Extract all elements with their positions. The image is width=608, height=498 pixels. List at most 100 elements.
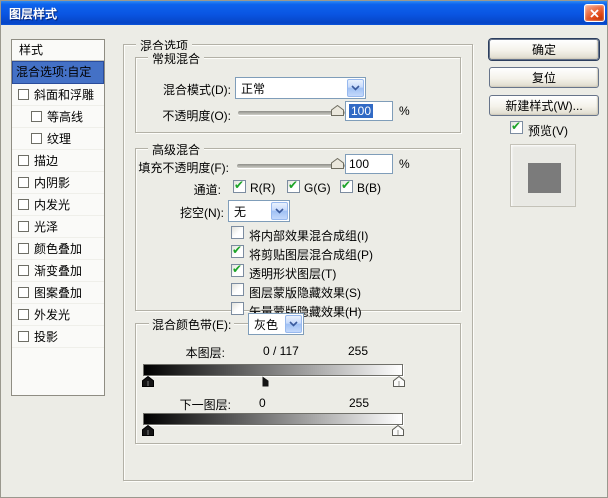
ok-button[interactable]: 确定 — [489, 39, 599, 60]
fill-opacity-slider[interactable] — [237, 164, 345, 168]
styles-list: 样式 混合选项:自定 斜面和浮雕 等高线 纹理 描边 内阴影 内发光 光泽 — [11, 39, 105, 396]
vector-mask-hides-checkbox[interactable] — [231, 302, 244, 315]
underlying-black-slider[interactable] — [142, 425, 154, 439]
this-layer-label: 本图层: — [151, 344, 225, 361]
underlying-black-value: 0 — [259, 396, 266, 410]
checkbox[interactable] — [18, 243, 29, 254]
chevron-down-icon[interactable] — [271, 202, 288, 220]
sidebar-item-blending-options[interactable]: 混合选项:自定 — [12, 61, 104, 84]
checkbox[interactable] — [18, 177, 29, 188]
preview-label: 预览(V) — [528, 122, 568, 139]
blend-if-channel-value: 灰色 — [249, 316, 284, 333]
this-layer-gradient-bar — [143, 364, 403, 376]
sidebar-item-pattern-overlay[interactable]: 图案叠加 — [12, 282, 104, 304]
ok-button-label: 确定 — [532, 41, 556, 58]
knockout-label: 挖空(N): — [141, 204, 224, 221]
checkbox[interactable] — [18, 89, 29, 100]
close-button[interactable] — [584, 4, 605, 22]
fill-opacity-input[interactable]: 100 — [345, 154, 393, 174]
opacity-input[interactable]: 100 — [345, 101, 393, 121]
sidebar-item-drop-shadow[interactable]: 投影 — [12, 326, 104, 348]
layer-mask-hides-label: 图层蒙版隐藏效果(S) — [249, 284, 361, 301]
layer-mask-hides-checkbox[interactable] — [231, 283, 244, 296]
sidebar-item-label: 内阴影 — [34, 174, 70, 191]
sidebar-item-gradient-overlay[interactable]: 渐变叠加 — [12, 260, 104, 282]
blend-if-group — [135, 323, 461, 444]
channel-g-checkbox[interactable] — [287, 180, 300, 193]
checkbox[interactable] — [18, 309, 29, 320]
checkbox[interactable] — [18, 155, 29, 166]
underlying-layer-label: 下一图层: — [151, 396, 231, 413]
sidebar-item-label: 描边 — [34, 152, 58, 169]
blend-mode-select[interactable]: 正常 — [235, 77, 366, 99]
this-layer-black-slider[interactable] — [142, 376, 154, 390]
chevron-down-icon[interactable] — [347, 79, 364, 97]
underlying-gradient-bar — [143, 413, 403, 425]
blend-mode-label: 混合模式(D): — [139, 81, 231, 98]
sidebar-item-bevel-emboss[interactable]: 斜面和浮雕 — [12, 84, 104, 106]
checkbox[interactable] — [18, 265, 29, 276]
sidebar-item-label: 光泽 — [34, 218, 58, 235]
preview-swatch-inner — [528, 163, 561, 193]
blend-clipped-checkbox[interactable] — [231, 245, 244, 258]
general-blending-title: 常规混合 — [148, 50, 204, 67]
sidebar-item-contour[interactable]: 等高线 — [12, 106, 104, 128]
channel-b-label: B(B) — [357, 181, 381, 195]
dialog-title: 图层样式 — [9, 5, 57, 22]
blend-interior-checkbox[interactable] — [231, 226, 244, 239]
channel-b-checkbox[interactable] — [340, 180, 353, 193]
sidebar-item-color-overlay[interactable]: 颜色叠加 — [12, 238, 104, 260]
fill-opacity-slider-thumb[interactable] — [331, 158, 344, 169]
fill-opacity-unit: % — [399, 157, 410, 171]
checkbox[interactable] — [31, 111, 42, 122]
sidebar-item-stroke[interactable]: 描边 — [12, 150, 104, 172]
sidebar-item-label: 纹理 — [47, 130, 71, 147]
checkbox[interactable] — [18, 199, 29, 210]
title-bar[interactable]: 图层样式 — [1, 1, 608, 25]
blend-if-label: 混合颜色带(E): — [149, 316, 234, 333]
blend-interior-label: 将内部效果混合成组(I) — [249, 227, 368, 244]
chevron-down-icon[interactable] — [285, 315, 302, 333]
knockout-select[interactable]: 无 — [228, 200, 290, 222]
new-style-button[interactable]: 新建样式(W)... — [489, 95, 599, 116]
underlying-white-value: 255 — [349, 396, 369, 410]
advanced-blending-title: 高级混合 — [148, 141, 204, 158]
this-layer-black-value: 0 / 117 — [263, 344, 299, 358]
reset-button-label: 复位 — [532, 69, 556, 86]
blend-if-channel-select[interactable]: 灰色 — [248, 313, 304, 335]
opacity-label: 不透明度(O): — [139, 107, 231, 124]
this-layer-white-slider[interactable] — [393, 376, 405, 390]
checkbox[interactable] — [18, 331, 29, 342]
preview-checkbox[interactable] — [510, 121, 523, 134]
close-icon — [590, 9, 599, 18]
fill-opacity-value: 100 — [349, 157, 369, 171]
channel-g-label: G(G) — [304, 181, 331, 195]
checkbox[interactable] — [18, 287, 29, 298]
channel-r-checkbox[interactable] — [233, 180, 246, 193]
transparency-shapes-checkbox[interactable] — [231, 264, 244, 277]
opacity-value: 100 — [349, 104, 373, 118]
channel-r-label: R(R) — [250, 181, 275, 195]
opacity-unit: % — [399, 104, 410, 118]
underlying-white-slider[interactable] — [392, 425, 404, 439]
this-layer-black-split-slider[interactable] — [262, 376, 269, 390]
sidebar-item-label: 内发光 — [34, 196, 70, 213]
preview-swatch — [510, 144, 576, 207]
opacity-slider-thumb[interactable] — [331, 105, 344, 116]
this-layer-white-value: 255 — [348, 344, 368, 358]
transparency-shapes-label: 透明形状图层(T) — [249, 265, 336, 282]
sidebar-item-label: 图案叠加 — [34, 284, 82, 301]
opacity-slider[interactable] — [238, 111, 345, 115]
checkbox[interactable] — [18, 221, 29, 232]
fill-opacity-label: 填充不透明度(F): — [135, 159, 229, 176]
sidebar-item-inner-glow[interactable]: 内发光 — [12, 194, 104, 216]
sidebar-item-label: 斜面和浮雕 — [34, 86, 94, 103]
new-style-button-label: 新建样式(W)... — [505, 97, 582, 114]
reset-button[interactable]: 复位 — [489, 67, 599, 88]
sidebar-item-satin[interactable]: 光泽 — [12, 216, 104, 238]
sidebar-item-outer-glow[interactable]: 外发光 — [12, 304, 104, 326]
blend-clipped-label: 将剪贴图层混合成组(P) — [249, 246, 373, 263]
sidebar-item-texture[interactable]: 纹理 — [12, 128, 104, 150]
sidebar-item-inner-shadow[interactable]: 内阴影 — [12, 172, 104, 194]
checkbox[interactable] — [31, 133, 42, 144]
